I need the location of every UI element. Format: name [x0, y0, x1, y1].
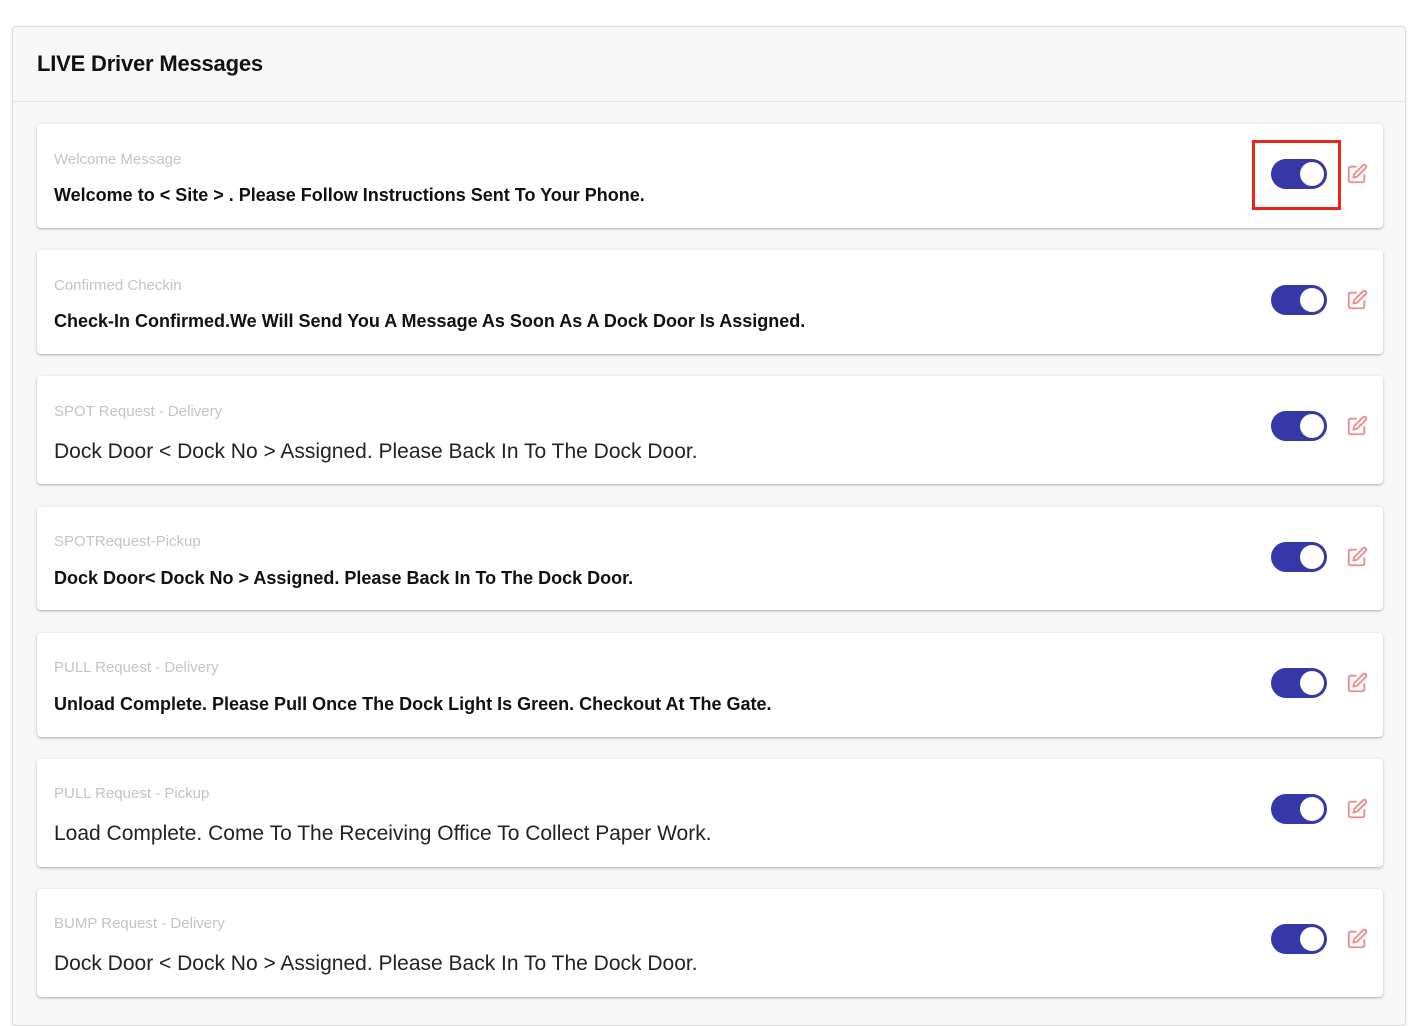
message-card-welcome: Welcome Message Welcome to < Site > . Pl…	[37, 124, 1383, 228]
edit-icon[interactable]	[1346, 289, 1368, 311]
toggle-knob	[1300, 797, 1324, 821]
message-text: Welcome to < Site > . Please Follow Inst…	[54, 185, 645, 205]
message-toggle[interactable]	[1271, 542, 1327, 572]
message-label: PULL Request - Delivery	[54, 659, 219, 676]
message-toggle[interactable]	[1271, 924, 1327, 954]
toggle-knob	[1300, 671, 1324, 695]
edit-icon[interactable]	[1346, 415, 1368, 437]
toggle-knob	[1300, 927, 1324, 951]
message-toggle[interactable]	[1271, 285, 1327, 315]
toggle-knob	[1300, 288, 1324, 312]
message-toggle[interactable]	[1271, 411, 1327, 441]
message-label: BUMP Request - Delivery	[54, 915, 225, 932]
message-text: Dock Door < Dock No > Assigned. Please B…	[54, 952, 698, 975]
message-label: SPOT Request - Delivery	[54, 403, 223, 420]
toggle-knob	[1300, 162, 1324, 186]
message-card-confirmed-checkin: Confirmed Checkin Check-In Confirmed.We …	[37, 250, 1383, 354]
message-label: Welcome Message	[54, 151, 182, 168]
edit-icon[interactable]	[1346, 928, 1368, 950]
message-card-spot-pickup: SPOTRequest-Pickup Dock Door< Dock No > …	[37, 507, 1383, 610]
message-text: Unload Complete. Please Pull Once The Do…	[54, 694, 772, 714]
message-card-bump-delivery: BUMP Request - Delivery Dock Door < Dock…	[37, 889, 1383, 997]
message-text: Dock Door< Dock No > Assigned. Please Ba…	[54, 568, 634, 588]
panel-header: LIVE Driver Messages	[13, 27, 1405, 102]
panel-title: LIVE Driver Messages	[37, 51, 263, 76]
message-text: Dock Door < Dock No > Assigned. Please B…	[54, 440, 698, 463]
message-label: SPOTRequest-Pickup	[54, 533, 201, 550]
message-text: Check-In Confirmed.We Will Send You A Me…	[54, 311, 806, 331]
message-toggle[interactable]	[1271, 794, 1327, 824]
message-card-spot-delivery: SPOT Request - Delivery Dock Door < Dock…	[37, 376, 1383, 484]
toggle-knob	[1300, 414, 1324, 438]
message-label: PULL Request - Pickup	[54, 785, 210, 802]
edit-icon[interactable]	[1346, 546, 1368, 568]
message-card-pull-delivery: PULL Request - Delivery Unload Complete.…	[37, 633, 1383, 737]
toggle-knob	[1300, 545, 1324, 569]
message-label: Confirmed Checkin	[54, 277, 182, 294]
message-toggle[interactable]	[1271, 668, 1327, 698]
message-toggle[interactable]	[1271, 159, 1327, 189]
message-card-pull-pickup: PULL Request - Pickup Load Complete. Com…	[37, 759, 1383, 867]
message-text: Load Complete. Come To The Receiving Off…	[54, 822, 712, 845]
edit-icon[interactable]	[1346, 798, 1368, 820]
edit-icon[interactable]	[1346, 672, 1368, 694]
edit-icon[interactable]	[1346, 163, 1368, 185]
